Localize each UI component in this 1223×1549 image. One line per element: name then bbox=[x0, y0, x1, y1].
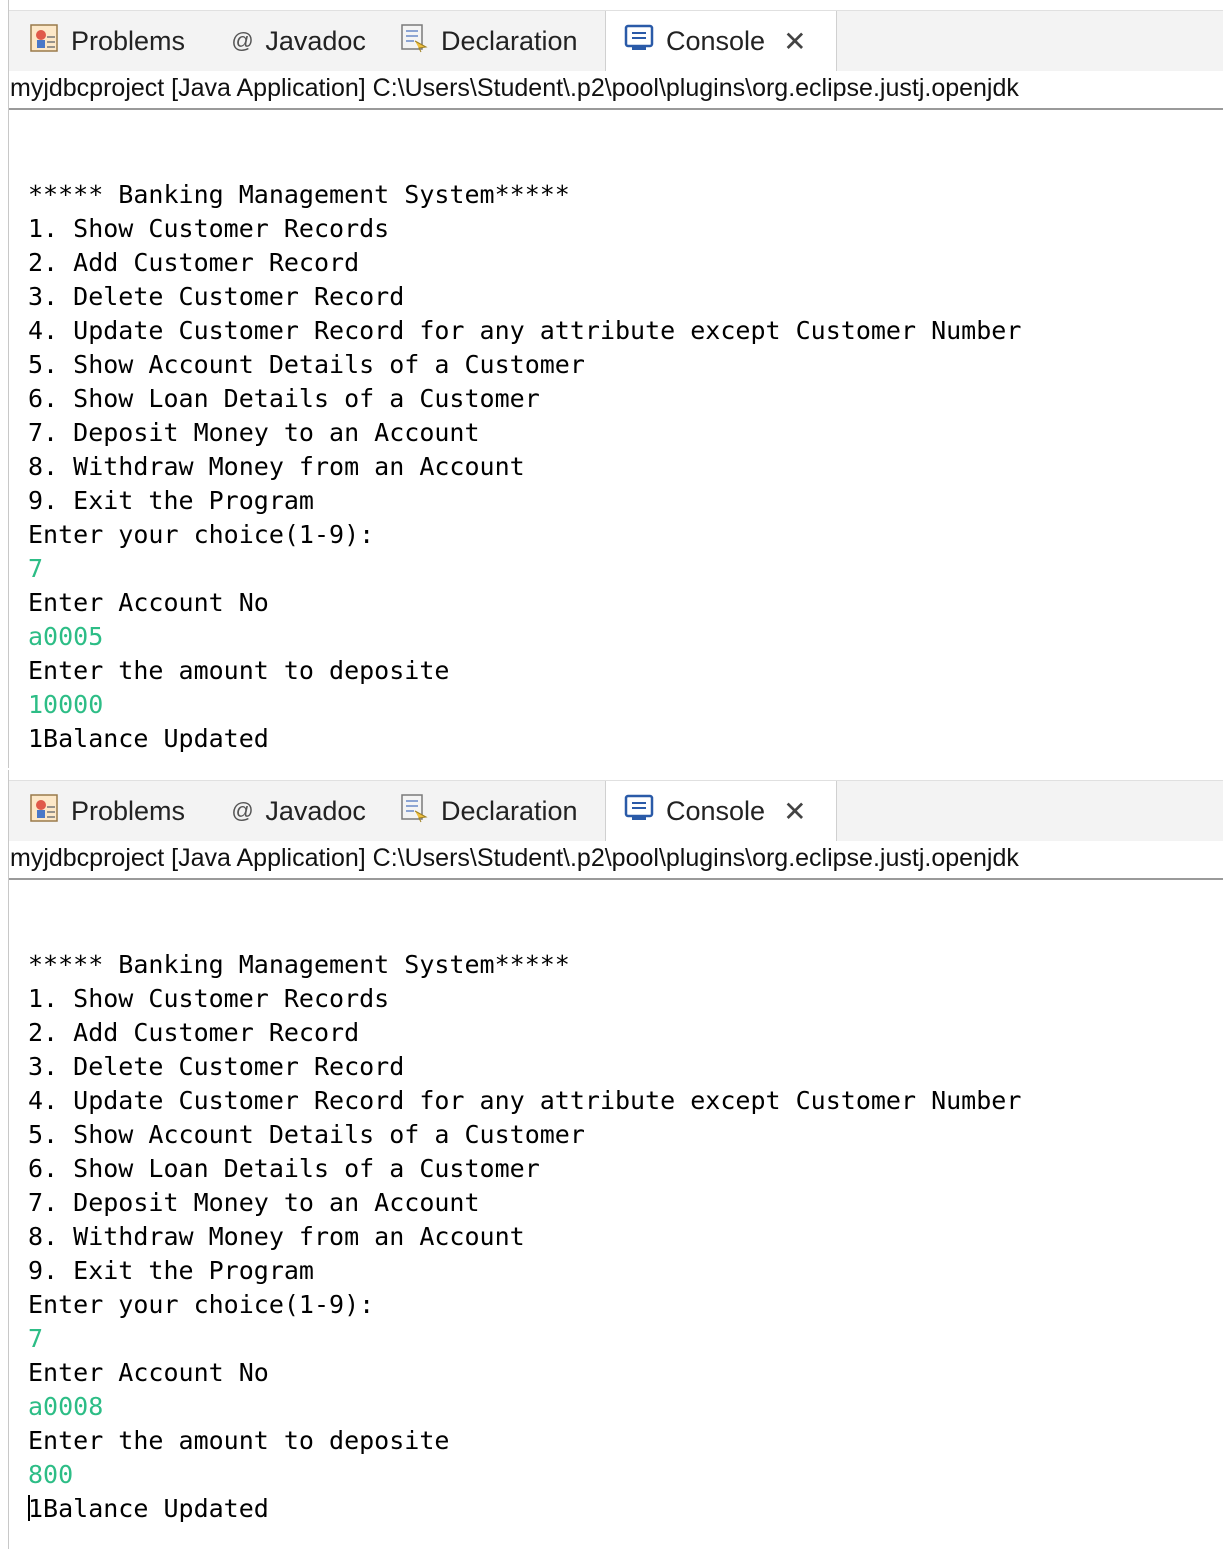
console-line: 3. Delete Customer Record bbox=[28, 282, 405, 311]
console-icon bbox=[624, 23, 654, 60]
console-line-text: 1Balance Updated bbox=[28, 1494, 269, 1523]
problems-icon bbox=[29, 23, 59, 60]
console-input-line: a0005 bbox=[28, 622, 104, 651]
console-line: Enter Account No bbox=[28, 588, 269, 617]
tab-javadoc-label: Javadoc bbox=[265, 795, 366, 826]
console-line: Enter your choice(1-9): bbox=[28, 1290, 375, 1319]
console-input-line: a0008 bbox=[28, 1392, 104, 1421]
panel-border bbox=[8, 770, 9, 1549]
tab-console[interactable]: Console ✕ bbox=[605, 11, 837, 71]
close-icon[interactable]: ✕ bbox=[783, 25, 806, 58]
console-line: 5. Show Account Details of a Customer bbox=[28, 1120, 585, 1149]
tab-problems-label: Problems bbox=[71, 795, 186, 826]
close-icon[interactable]: ✕ bbox=[783, 795, 806, 828]
at-sign-icon: @ bbox=[231, 798, 254, 823]
console-line: 8. Withdraw Money from an Account bbox=[28, 452, 525, 481]
console-line: 3. Delete Customer Record bbox=[28, 1052, 405, 1081]
console-line: 6. Show Loan Details of a Customer bbox=[28, 384, 540, 413]
tab-declaration-label: Declaration bbox=[441, 25, 578, 56]
tab-javadoc[interactable]: @ Javadoc bbox=[231, 781, 366, 841]
console-line: 9. Exit the Program bbox=[28, 486, 314, 515]
console-view-panel-2: Problems @ Javadoc Declaration Console ✕… bbox=[0, 770, 1223, 1549]
console-input-line: 7 bbox=[28, 1324, 44, 1353]
console-line: 9. Exit the Program bbox=[28, 1256, 314, 1285]
console-line: 2. Add Customer Record bbox=[28, 1018, 360, 1047]
console-icon bbox=[624, 793, 654, 830]
console-input-line: 10000 bbox=[28, 690, 104, 719]
console-line: 2. Add Customer Record bbox=[28, 248, 360, 277]
console-line: 1Balance Updated bbox=[28, 724, 269, 753]
console-line: 4. Update Customer Record for any attrib… bbox=[28, 316, 1022, 345]
tab-declaration[interactable]: Declaration bbox=[399, 781, 578, 841]
console-line: 1. Show Customer Records bbox=[28, 214, 390, 243]
panel-border bbox=[8, 0, 9, 768]
console-line: 5. Show Account Details of a Customer bbox=[28, 350, 585, 379]
launch-description: myjdbcproject [Java Application] C:\User… bbox=[9, 842, 1223, 880]
console-input-line: 800 bbox=[28, 1460, 74, 1489]
view-tab-bar: Problems @ Javadoc Declaration Console ✕ bbox=[9, 10, 1223, 71]
tab-problems[interactable]: Problems bbox=[29, 11, 185, 71]
tab-declaration-label: Declaration bbox=[441, 795, 578, 826]
launch-description: myjdbcproject [Java Application] C:\User… bbox=[9, 72, 1223, 110]
problems-icon bbox=[29, 793, 59, 830]
console-input-line: 7 bbox=[28, 554, 44, 583]
tab-console[interactable]: Console ✕ bbox=[605, 781, 837, 841]
at-sign-icon: @ bbox=[231, 28, 254, 53]
console-line: 8. Withdraw Money from an Account bbox=[28, 1222, 525, 1251]
console-output[interactable]: ***** Banking Management System***** 1. … bbox=[28, 178, 1223, 756]
console-line-last: 1Balance Updated bbox=[28, 1492, 1223, 1526]
console-line: Enter your choice(1-9): bbox=[28, 520, 375, 549]
console-line: 7. Deposit Money to an Account bbox=[28, 1188, 480, 1217]
tab-javadoc[interactable]: @ Javadoc bbox=[231, 11, 366, 71]
tab-problems-label: Problems bbox=[71, 25, 186, 56]
tab-declaration[interactable]: Declaration bbox=[399, 11, 578, 71]
console-line: 4. Update Customer Record for any attrib… bbox=[28, 1086, 1022, 1115]
console-line: Enter the amount to deposite bbox=[28, 1426, 450, 1455]
console-line: 6. Show Loan Details of a Customer bbox=[28, 1154, 540, 1183]
tab-console-label: Console bbox=[666, 795, 766, 826]
declaration-icon bbox=[399, 23, 429, 60]
declaration-icon bbox=[399, 793, 429, 830]
tab-console-label: Console bbox=[666, 25, 766, 56]
console-view-panel-1: Problems @ Javadoc Declaration Console ✕… bbox=[0, 0, 1223, 768]
console-line: Enter the amount to deposite bbox=[28, 656, 450, 685]
console-line: ***** Banking Management System***** bbox=[28, 180, 570, 209]
console-line: Enter Account No bbox=[28, 1358, 269, 1387]
tab-problems[interactable]: Problems bbox=[29, 781, 185, 841]
tab-javadoc-label: Javadoc bbox=[265, 25, 366, 56]
console-line: 7. Deposit Money to an Account bbox=[28, 418, 480, 447]
console-line: ***** Banking Management System***** bbox=[28, 950, 570, 979]
console-output[interactable]: ***** Banking Management System***** 1. … bbox=[28, 948, 1223, 1526]
console-line: 1. Show Customer Records bbox=[28, 984, 390, 1013]
view-tab-bar: Problems @ Javadoc Declaration Console ✕ bbox=[9, 780, 1223, 841]
